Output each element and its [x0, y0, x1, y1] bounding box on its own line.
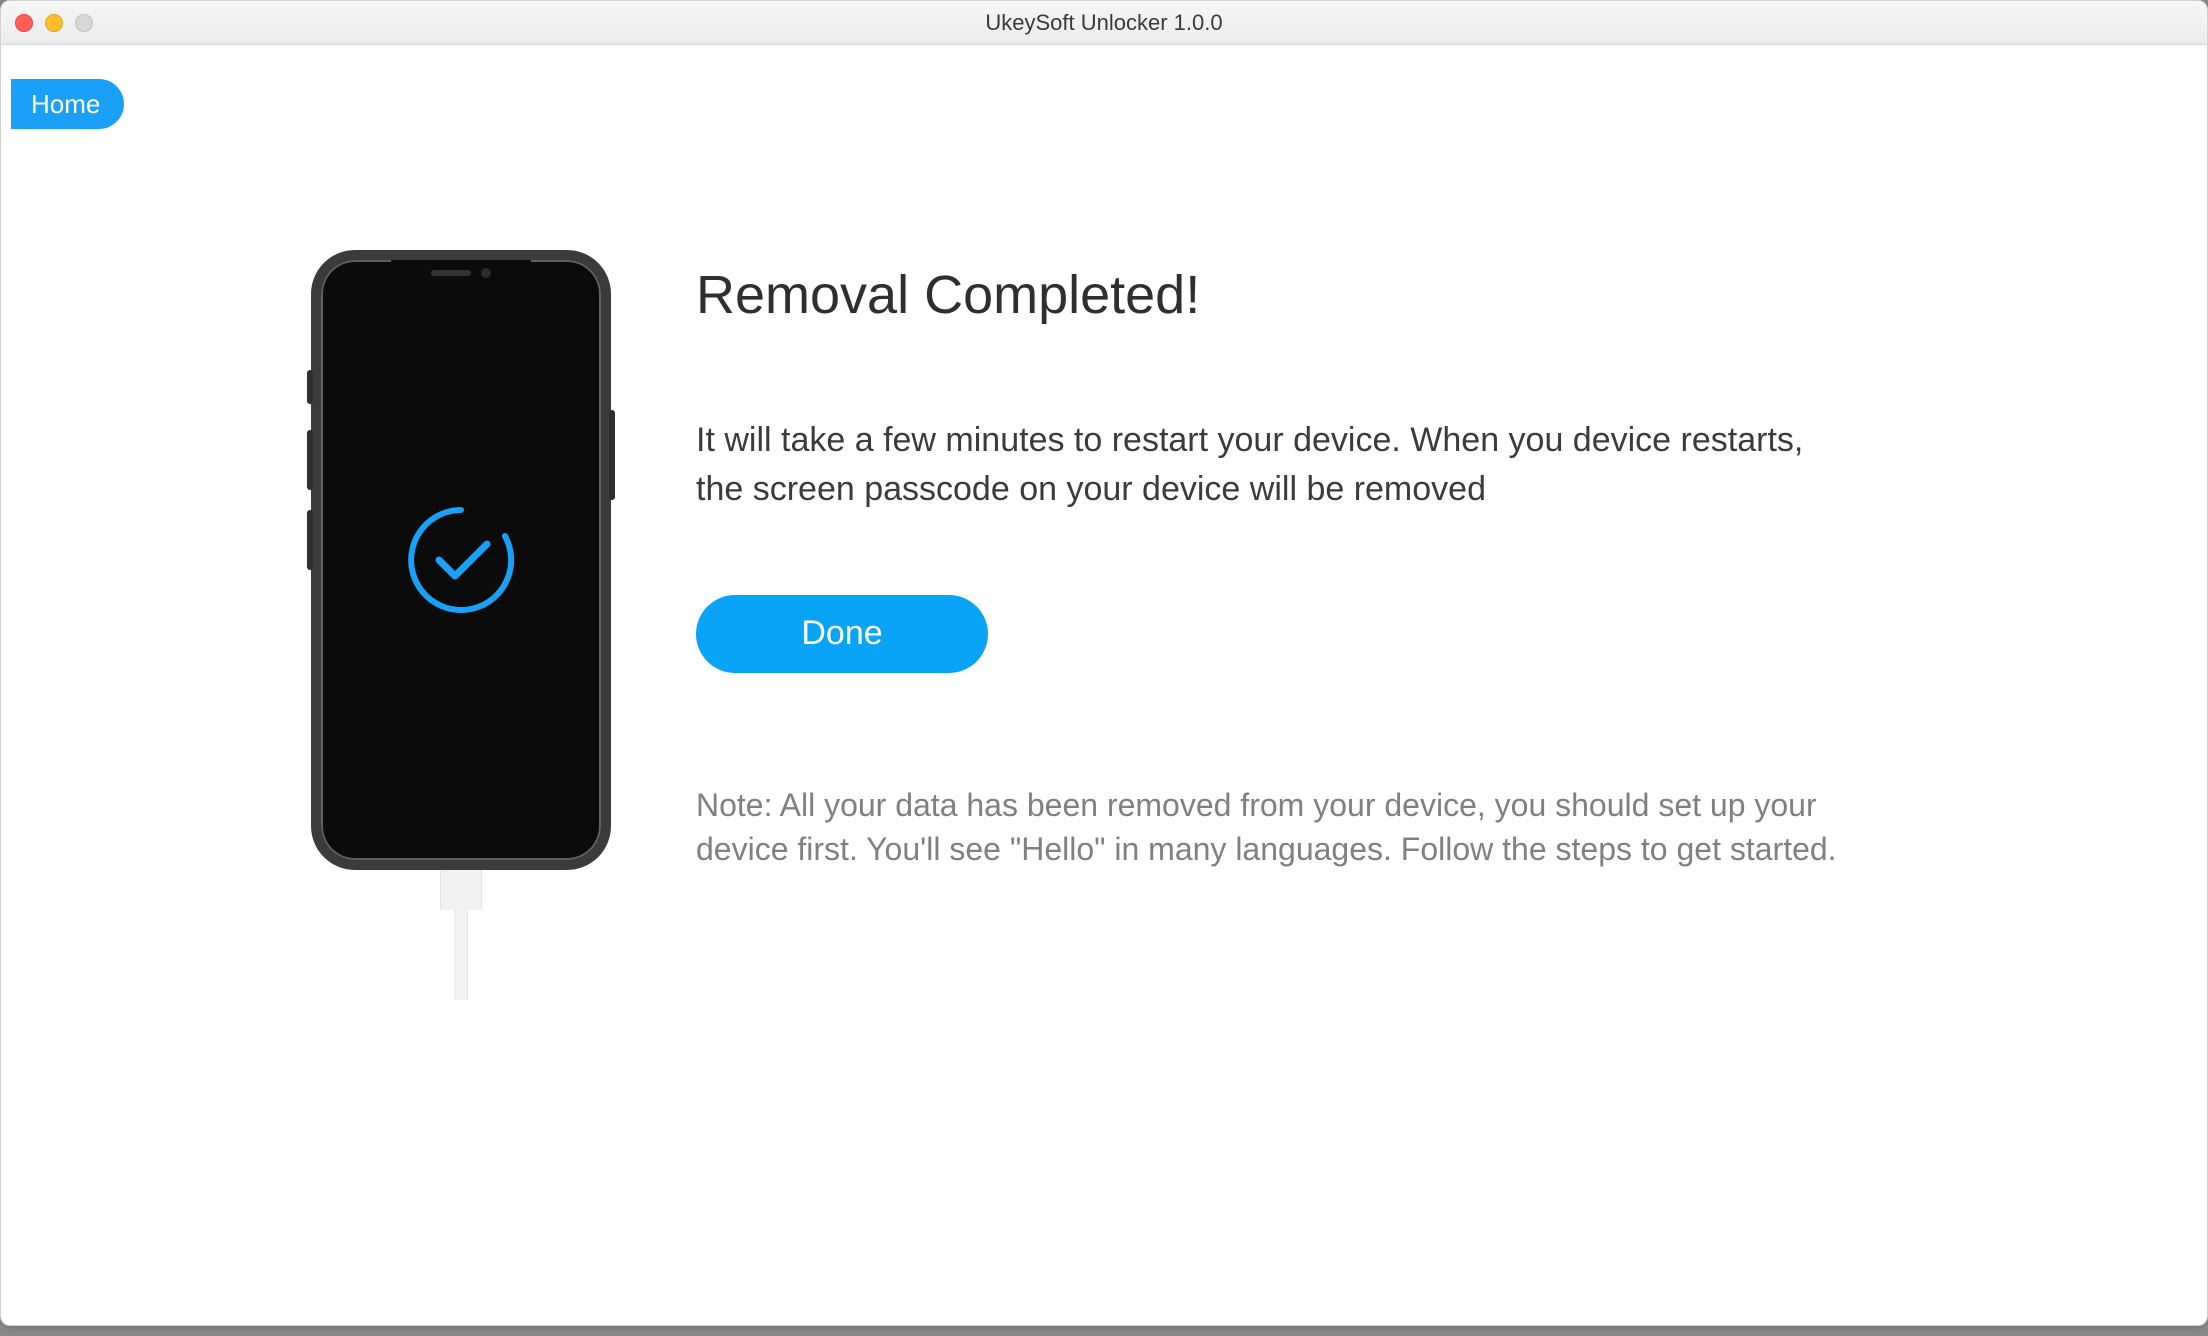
window-title: UkeySoft Unlocker 1.0.0	[1, 10, 2207, 36]
close-window-button[interactable]	[15, 14, 33, 32]
done-button-label: Done	[801, 614, 882, 653]
phone-volume-up	[307, 430, 313, 490]
home-button[interactable]: Home	[11, 79, 124, 129]
minimize-window-button[interactable]	[45, 14, 63, 32]
info-column: Removal Completed! It will take a few mi…	[696, 250, 1856, 872]
home-button-label: Home	[31, 89, 100, 120]
title-bar: UkeySoft Unlocker 1.0.0	[1, 1, 2207, 45]
cable-icon	[454, 910, 468, 1000]
status-description: It will take a few minutes to restart yo…	[696, 416, 1836, 515]
phone-camera-dot	[481, 268, 491, 278]
content-area: Home	[1, 45, 2207, 1325]
phone-notch	[391, 260, 531, 286]
main-row: Removal Completed! It will take a few mi…	[306, 250, 1856, 1000]
phone-speaker	[431, 270, 471, 276]
done-button[interactable]: Done	[696, 595, 988, 673]
status-headline: Removal Completed!	[696, 264, 1856, 326]
cable-connector-icon	[440, 864, 482, 910]
application-window: UkeySoft Unlocker 1.0.0 Home	[0, 0, 2208, 1326]
phone-side-button	[609, 410, 615, 500]
phone-mute-switch	[307, 370, 313, 404]
status-note: Note: All your data has been removed fro…	[696, 783, 1846, 873]
window-controls	[15, 14, 93, 32]
checkmark-circle-icon	[401, 500, 521, 620]
device-illustration	[306, 250, 616, 1000]
maximize-window-button[interactable]	[75, 14, 93, 32]
phone-body	[311, 250, 611, 870]
phone-volume-down	[307, 510, 313, 570]
